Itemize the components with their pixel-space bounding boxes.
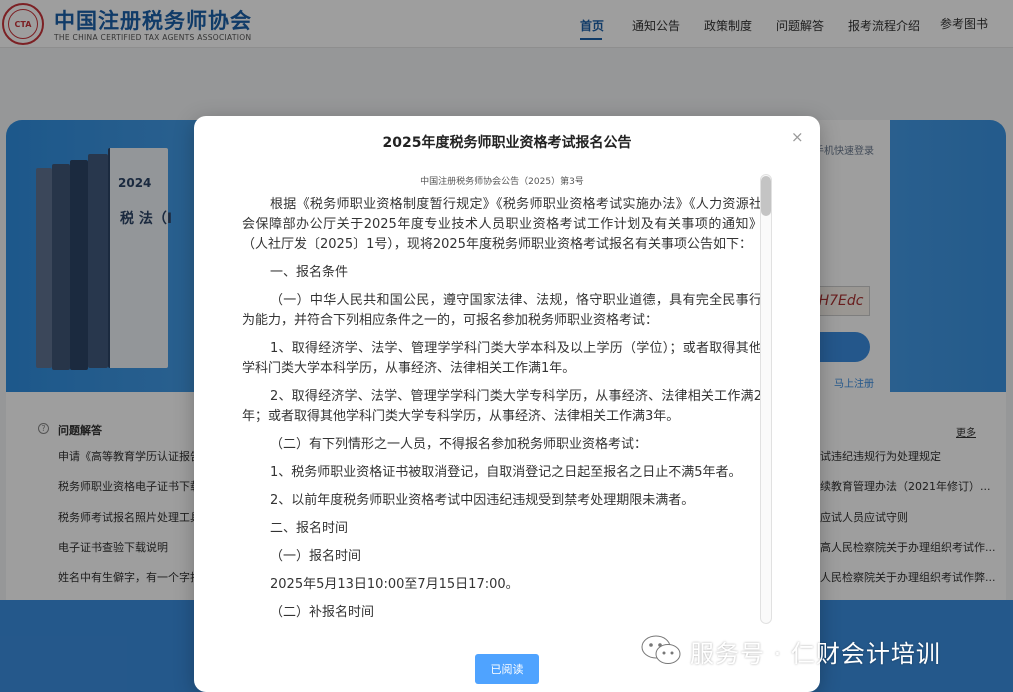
announcement-paragraph: （二）补报名时间 <box>270 605 375 620</box>
announcement-paragraph: （二）有下列情形之一人员，不得报名参加税务师职业资格考试： <box>270 437 648 452</box>
wechat-icon <box>641 635 681 664</box>
announcement-paragraph: 2、取得经济学、法学、管理学学科门类大学专科学历，从事经济、法律相关工作满2年；… <box>242 389 762 424</box>
announcement-paragraph: 1、取得经济学、法学、管理学学科门类大学本科及以上学历（学位）；或者取得其他学科… <box>242 341 762 376</box>
announcement-paragraph: 根据《税务师职业资格制度暂行规定》《税务师职业资格考试实施办法》《人力资源社会保… <box>242 197 762 252</box>
close-icon[interactable]: × <box>791 128 804 146</box>
announcement-paragraph: 2025年5月13日10:00至7月15日17:00。 <box>270 577 519 592</box>
watermark-text: 服务号 · 仁财会计培训 <box>690 640 941 668</box>
announcement-paragraph: 2、以前年度税务师职业资格考试中因违纪违规受到禁考处理期限未满者。 <box>270 493 695 508</box>
announcement-paragraph: （一）中华人民共和国公民，遵守国家法律、法规，恪守职业道德，具有完全民事行为能力… <box>242 293 762 328</box>
scrollbar-thumb[interactable] <box>761 176 771 216</box>
document-number: 中国注册税务师协会公告（2025）第3号 <box>420 177 584 187</box>
announcement-body[interactable]: 中国注册税务师协会公告（2025）第3号 根据《税务师职业资格制度暂行规定》《税… <box>242 174 762 624</box>
mark-read-button[interactable]: 已阅读 <box>475 654 539 684</box>
announcement-paragraph: 1、税务师职业资格证书被取消登记，自取消登记之日起至报名之日止不满5年者。 <box>270 465 742 480</box>
announcement-modal: 2025年度税务师职业资格考试报名公告 × 中国注册税务师协会公告（2025）第… <box>194 116 820 692</box>
announcement-paragraph: 一、报名条件 <box>270 265 349 280</box>
announcement-paragraph: 二、报名时间 <box>270 521 349 536</box>
modal-title: 2025年度税务师职业资格考试报名公告 <box>382 135 632 151</box>
announcement-paragraph: （一）报名时间 <box>270 549 362 564</box>
scrollbar-track[interactable] <box>760 174 772 624</box>
